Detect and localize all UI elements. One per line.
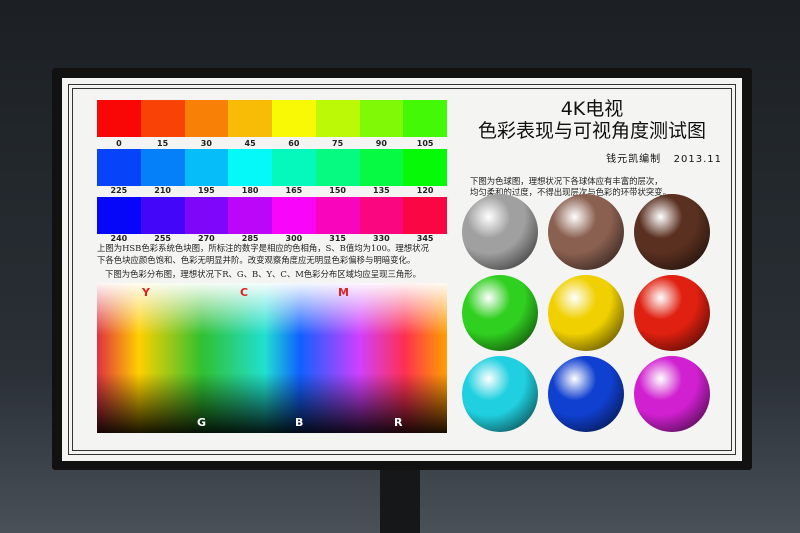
hue-swatch (97, 197, 141, 234)
hue-swatch (315, 197, 360, 234)
color-sphere (548, 356, 624, 432)
hue-swatch (228, 100, 272, 137)
color-sphere (634, 275, 710, 351)
hue-swatch (184, 197, 229, 234)
color-distribution-gradient (97, 283, 447, 433)
hue-swatch (272, 100, 316, 137)
hue-swatch (403, 197, 447, 234)
hue-description-1: 上图为HSB色彩系统色块图，所标注的数字是相应的色相角，S、B值均为100。理想… (97, 243, 429, 253)
hue-swatch (272, 149, 316, 186)
hue-swatch (97, 100, 141, 137)
hue-swatch (272, 197, 316, 234)
label-b: B (295, 416, 304, 429)
hue-label: 180 (241, 186, 259, 195)
label-m: M (338, 286, 349, 299)
date: 2013.11 (673, 154, 722, 165)
hue-label: 120 (416, 186, 434, 195)
hue-swatch (140, 100, 185, 137)
hue-description-2: 下各色块应颜色饱和、色彩无明显并阶。改变观察角度应无明显色彩偏移与明暗变化。 (97, 255, 416, 265)
hue-swatch (315, 149, 360, 186)
hue-label: 90 (375, 139, 387, 148)
hue-swatch (359, 197, 404, 234)
hue-row-3 (97, 197, 447, 234)
hue-labels-2: 225 210 195 180 165 150 135 120 (97, 186, 447, 195)
hue-label: 30 (200, 139, 212, 148)
color-sphere (462, 275, 538, 351)
color-sphere (462, 356, 538, 432)
hue-swatch (359, 149, 404, 186)
hue-labels-1: 0 15 30 45 60 75 90 105 (97, 139, 447, 148)
color-sphere (548, 275, 624, 351)
author-date: 钱元凯编制 2013.11 (606, 150, 722, 165)
color-sphere (462, 194, 538, 270)
hue-swatch (228, 197, 272, 234)
label-c: C (240, 286, 249, 299)
hue-label: 150 (329, 186, 346, 195)
author: 钱元凯编制 (606, 154, 662, 165)
color-sphere (634, 356, 710, 432)
hue-label: 75 (332, 139, 344, 148)
hue-swatch (140, 197, 185, 234)
color-sphere (634, 194, 710, 270)
hue-swatch (97, 149, 141, 186)
hue-label: 15 (157, 139, 169, 148)
hue-row-1 (97, 100, 447, 137)
hue-swatch (140, 149, 185, 186)
hue-swatch (403, 149, 447, 186)
hue-label: 60 (288, 139, 300, 148)
hue-label: 105 (416, 139, 434, 148)
sphere-description-2: 均匀柔和的过度，不得出现层次与色彩的环带状突变。 (470, 187, 671, 197)
hue-swatch (228, 149, 272, 186)
hue-swatch (184, 100, 229, 137)
hue-swatch (359, 100, 404, 137)
hue-label: 135 (373, 186, 390, 195)
hue-label: 210 (154, 186, 171, 195)
hue-row-2 (97, 149, 447, 186)
hue-label: 165 (285, 186, 303, 195)
monitor-stand (380, 470, 420, 533)
title-line-1: 4K电视 (560, 98, 624, 120)
label-g: G (197, 416, 207, 429)
title-line-2: 色彩表现与可视角度测试图 (477, 120, 706, 142)
test-chart-screen: 0 15 30 45 60 75 90 105 225 210 195 180 165 150 135 12… (62, 78, 742, 461)
label-y: Y (142, 286, 150, 299)
hue-label: 0 (116, 139, 122, 148)
hue-swatch (184, 149, 229, 186)
hue-label: 45 (244, 139, 256, 148)
gradient-description: 下图为色彩分布图，理想状况下R、G、B、Y、C、M色彩分布区域均应呈现三角形。 (105, 269, 422, 279)
hue-swatch (403, 100, 447, 137)
color-sphere (548, 194, 624, 270)
hue-label: 225 (110, 186, 128, 195)
hue-label: 195 (198, 186, 215, 195)
hue-swatch (315, 100, 360, 137)
label-r: R (394, 416, 403, 429)
